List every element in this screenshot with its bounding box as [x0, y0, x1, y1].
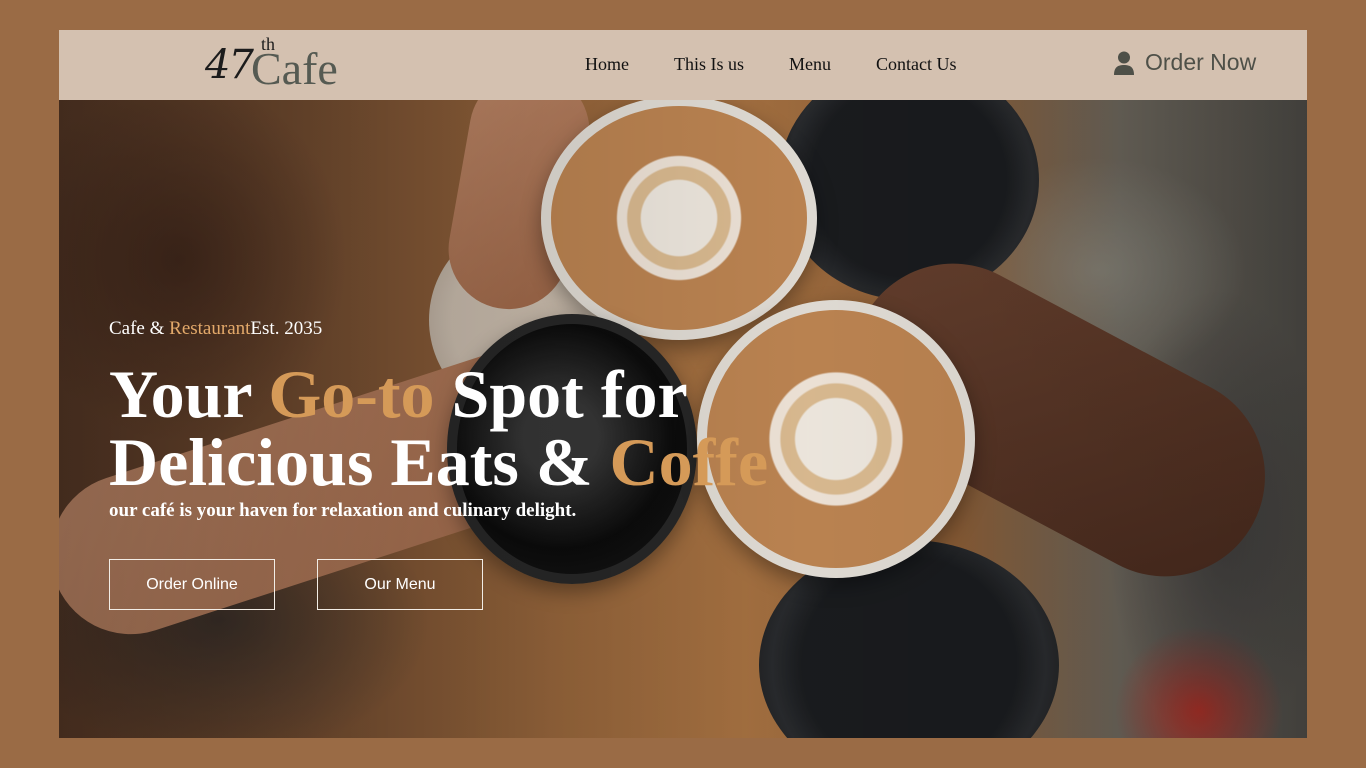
headline-accent: Coffe: [609, 424, 769, 500]
brand-logo[interactable]: 47 th Cafe: [205, 34, 350, 98]
hero-headline: Your Go-to Spot for Delicious Eats & Cof…: [109, 360, 849, 496]
headline-accent: Go-to: [268, 356, 435, 432]
nav-item-home[interactable]: Home: [585, 54, 629, 75]
logo-word: Cafe: [251, 43, 338, 94]
nav-item-this-is-us[interactable]: This Is us: [674, 54, 744, 75]
order-online-button[interactable]: Order Online: [109, 559, 275, 610]
hero-subtitle: our café is your haven for relaxation an…: [109, 500, 577, 521]
hero-tagline: Cafe & RestaurantEst. 2035: [109, 318, 322, 340]
nav-item-menu[interactable]: Menu: [789, 54, 831, 75]
logo-number: 47: [205, 42, 254, 88]
nav-item-contact-us[interactable]: Contact Us: [876, 54, 957, 75]
headline-text: Your: [109, 356, 269, 432]
main-nav: Home This Is us Menu Contact Us: [585, 54, 957, 75]
hero-section: Cafe & RestaurantEst. 2035 Your Go-to Sp…: [59, 100, 1307, 738]
tagline-text: Cafe &: [109, 318, 170, 339]
order-now-button[interactable]: Order Now: [1113, 49, 1256, 76]
tagline-accent: Restaurant: [169, 318, 251, 339]
order-now-label: Order Now: [1145, 49, 1257, 75]
site-header: 47 th Cafe Home This Is us Menu Contact …: [59, 30, 1307, 100]
page-frame: 47 th Cafe Home This Is us Menu Contact …: [59, 30, 1307, 738]
our-menu-button[interactable]: Our Menu: [317, 559, 483, 610]
tagline-established: Est. 2035: [250, 318, 323, 339]
user-icon: [1114, 51, 1134, 75]
